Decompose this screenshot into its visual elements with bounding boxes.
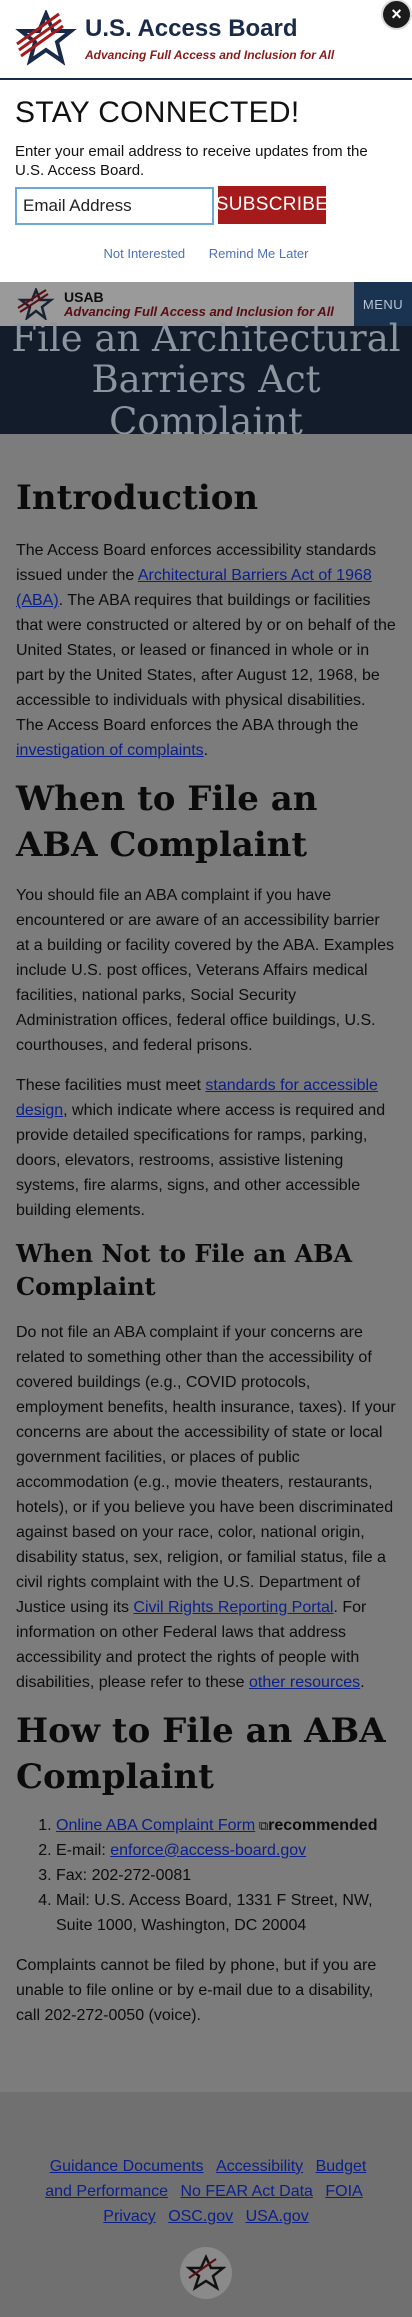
modal-tagline: Advancing Full Access and Inclusion for … <box>85 47 335 62</box>
page-title-line2: Barriers Act Complaint <box>91 358 321 443</box>
site-footer: Guidance Documents Accessibility Budget … <box>0 2092 412 2317</box>
when-text-a: These facilities must meet <box>16 1076 206 1094</box>
civil-rights-portal-link[interactable]: Civil Rights Reporting Portal <box>133 1599 333 1616</box>
when-not-text-c: . <box>360 1673 365 1691</box>
footer-link-guidance[interactable]: Guidance Documents <box>50 2158 204 2175</box>
list-item: Mail: U.S. Access Board, 1331 F Street, … <box>56 1888 396 1938</box>
modal-secondary-links: Not Interested Remind Me Later <box>0 246 412 261</box>
list-item: Fax: 202-272-0081 <box>56 1863 396 1888</box>
email-label: E-mail: <box>56 1841 111 1859</box>
page-title: File an Architectural Barriers Act Compl… <box>0 318 412 442</box>
main-content: Introduction The Access Board enforces a… <box>0 434 412 2092</box>
close-icon[interactable]: × <box>383 1 410 28</box>
enforce-email-link[interactable]: enforce@access-board.gov <box>110 1842 306 1859</box>
footer-link-usa[interactable]: USA.gov <box>246 2208 309 2225</box>
footer-logo[interactable] <box>180 2247 232 2299</box>
modal-divider <box>0 78 412 80</box>
recommended-label: recommended <box>268 1816 378 1834</box>
header-short-name: USAB <box>64 288 104 305</box>
external-link-icon: ⧉ <box>255 1817 269 1833</box>
how-closing: Complaints cannot be filed by phone, but… <box>16 1956 377 2024</box>
when-text-b: , which indicate where access is require… <box>16 1101 386 1219</box>
intro-paragraph: The Access Board enforces accessibility … <box>16 538 396 763</box>
page-title-line1: File an Architectural <box>11 316 401 360</box>
remind-later-link[interactable]: Remind Me Later <box>209 246 309 261</box>
modal-title: STAY CONNECTED! <box>15 96 300 129</box>
footer-link-nofear[interactable]: No FEAR Act Data <box>180 2183 313 2200</box>
not-interested-link[interactable]: Not Interested <box>104 246 186 261</box>
list-item: E-mail: enforce@access-board.gov <box>56 1838 396 1863</box>
footer-link-privacy[interactable]: Privacy <box>103 2208 155 2225</box>
intro-text-b: . The ABA requires that buildings or fac… <box>16 591 396 734</box>
intro-text-c: . <box>203 741 209 759</box>
modal-description: Enter your email address to receive upda… <box>15 143 368 179</box>
other-resources-link[interactable]: other resources <box>249 1674 360 1691</box>
subscribe-button[interactable]: SUBSCRIBE <box>216 186 328 224</box>
star-logo-icon <box>15 10 77 66</box>
footer-link-accessibility[interactable]: Accessibility <box>216 2158 303 2175</box>
list-item: Online ABA Complaint Form ⧉recommended <box>56 1813 396 1838</box>
footer-link-osc[interactable]: OSC.gov <box>168 2208 233 2225</box>
when-paragraph-2: These facilities must meet standards for… <box>16 1073 396 1223</box>
when-not-heading: When Not to File an ABA Complaint <box>16 1238 353 1301</box>
modal-logo: U.S. Access Board Advancing Full Access … <box>15 10 334 68</box>
investigation-link[interactable]: investigation of complaints <box>16 742 204 759</box>
when-not-paragraph: Do not file an ABA complaint if your con… <box>16 1320 396 1695</box>
how-list: Online ABA Complaint Form ⧉recommended E… <box>16 1813 396 1938</box>
star-logo-icon <box>186 2254 226 2291</box>
when-not-text-a: Do not file an ABA complaint if your con… <box>16 1323 396 1616</box>
stay-connected-modal: U.S. Access Board Advancing Full Access … <box>0 0 412 282</box>
how-heading: How to File an ABA Complaint <box>16 1710 386 1797</box>
online-complaint-form-link[interactable]: Online ABA Complaint Form <box>56 1817 255 1834</box>
footer-link-foia[interactable]: FOIA <box>325 2183 362 2200</box>
footer-links: Guidance Documents Accessibility Budget … <box>40 2154 372 2229</box>
when-heading: When to File an ABA Complaint <box>16 778 318 865</box>
email-field[interactable] <box>15 187 214 225</box>
when-paragraph-1: You should file an ABA complaint if you … <box>16 886 394 1054</box>
header-logo[interactable]: USAB Advancing Full Access and Inclusion… <box>0 288 354 320</box>
modal-site-name: U.S. Access Board <box>85 15 298 43</box>
intro-heading: Introduction <box>16 478 259 518</box>
star-logo-icon <box>17 288 55 320</box>
page-banner: File an Architectural Barriers Act Compl… <box>0 318 412 442</box>
